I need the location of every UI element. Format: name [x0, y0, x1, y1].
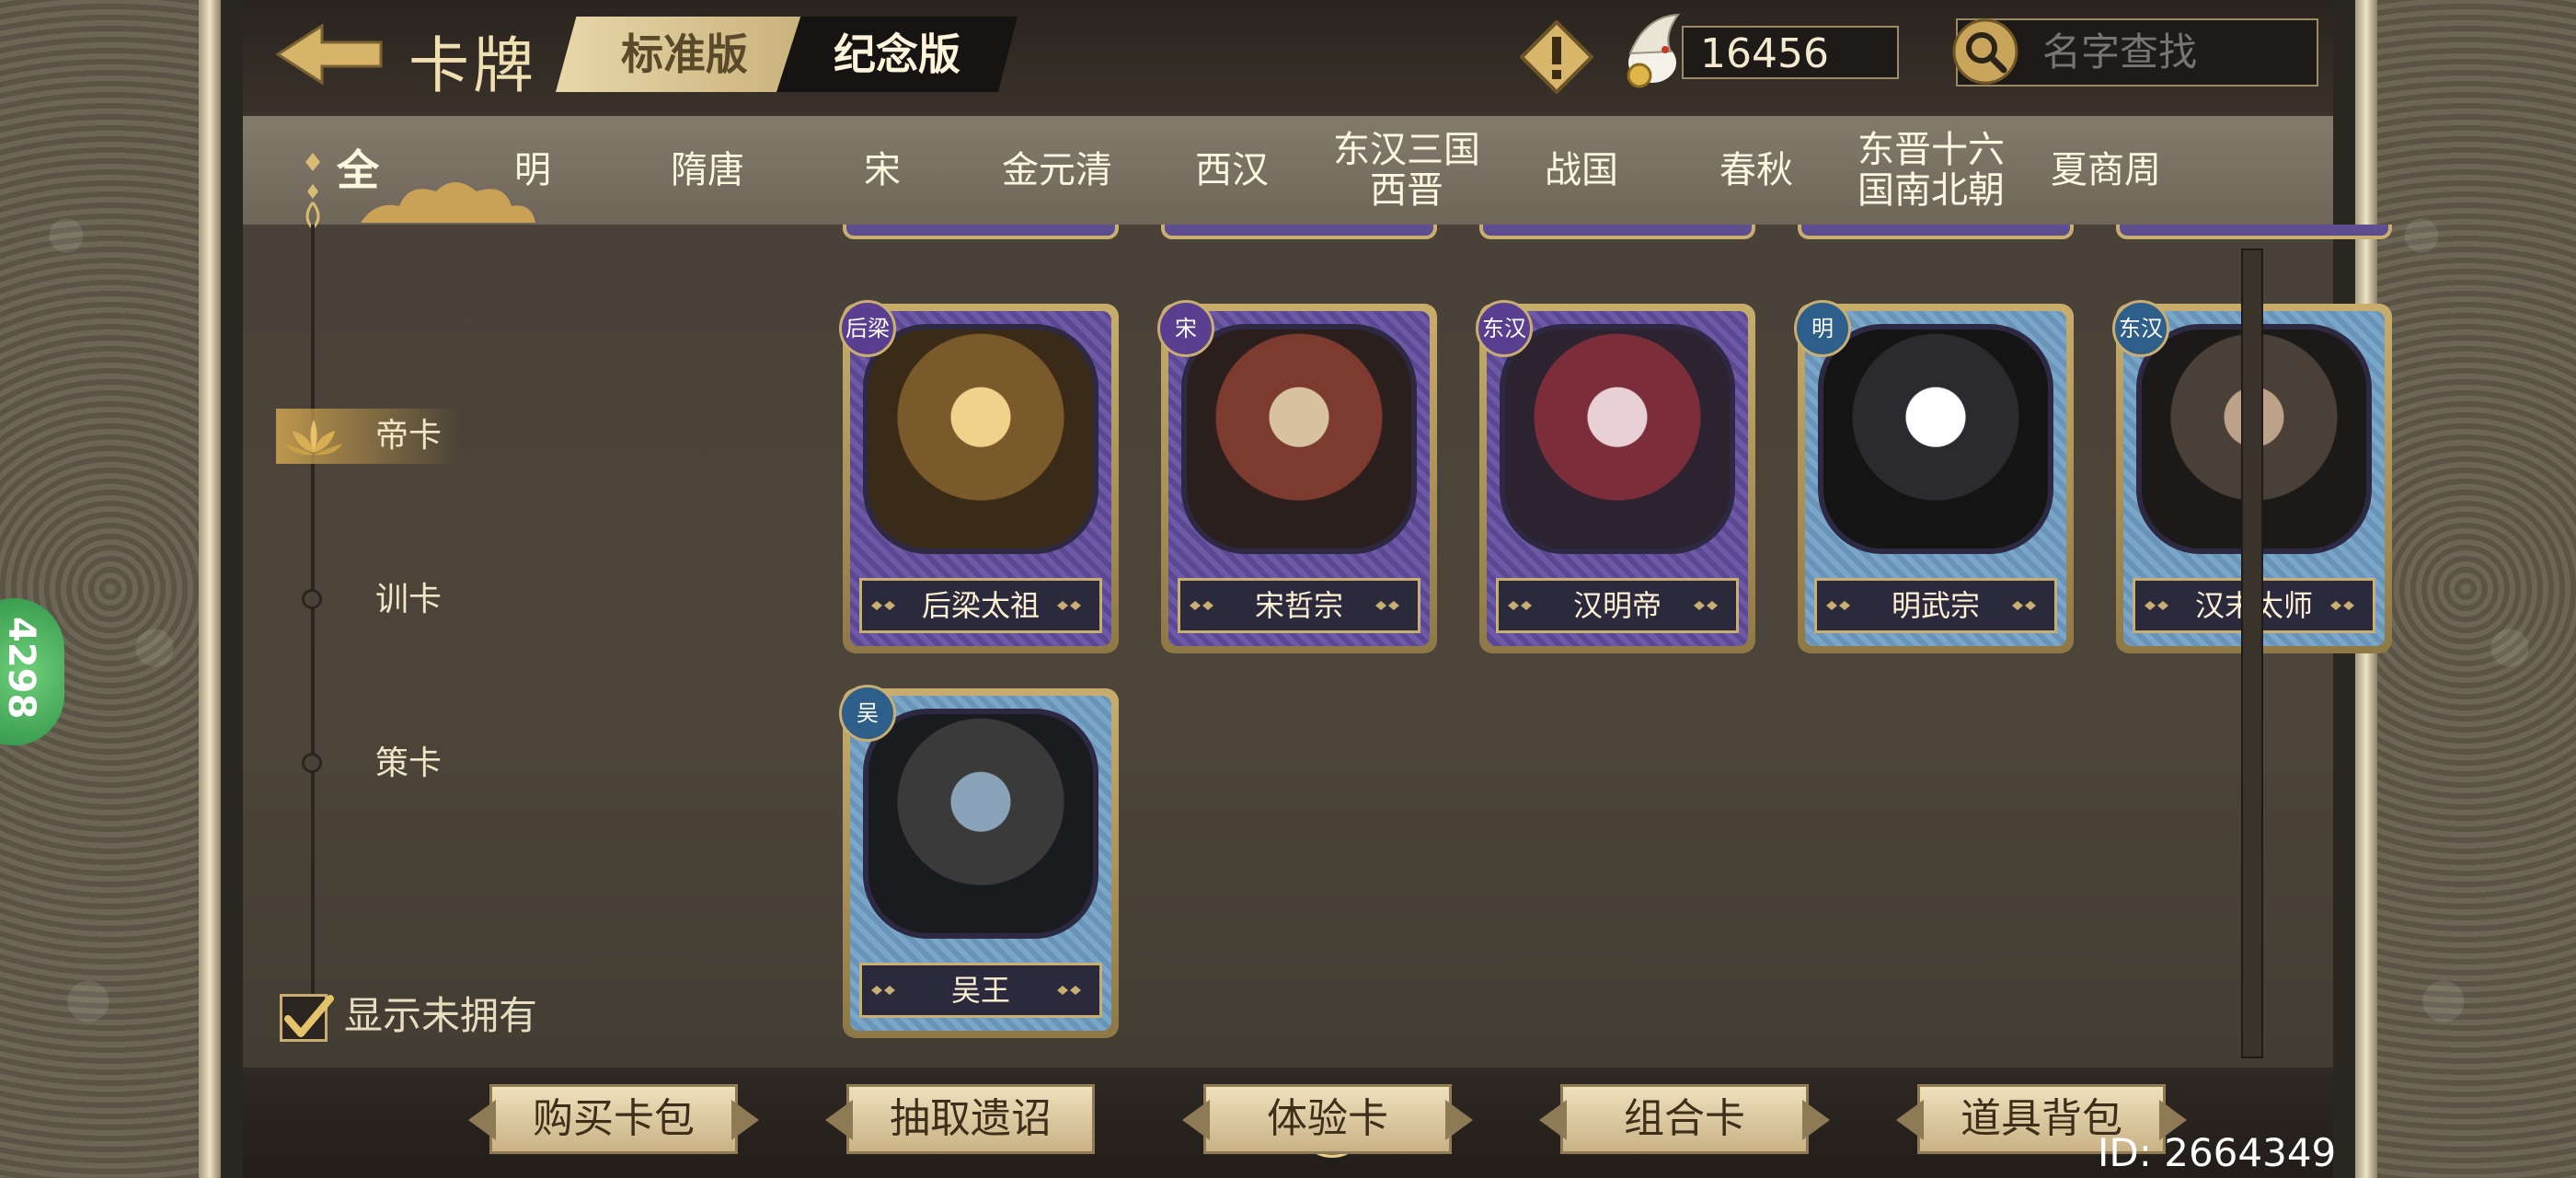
card-partial[interactable] — [843, 225, 1119, 239]
hero-portrait — [863, 709, 1098, 939]
plate-ornament-icon — [1190, 601, 1213, 610]
category-emperor-card[interactable]: 帝卡 — [276, 409, 460, 464]
dynasty-badge: 明 — [1794, 300, 1851, 357]
hero-portrait — [1818, 324, 2053, 554]
hero-card[interactable]: 吴吴王 — [839, 685, 1119, 1038]
tab-era[interactable]: 东晋十六 国南北朝 — [1844, 116, 2018, 225]
main-panel: 卡牌 标准版 纪念版 16456 名字查找 全 明 隋唐 宋 金元清 西汉 东汉… — [243, 0, 2392, 1178]
side-float-tab[interactable]: 4298 — [0, 598, 64, 745]
plate-ornament-icon — [1057, 986, 1081, 995]
trial-card-button[interactable]: 体验卡 — [1182, 1084, 1452, 1154]
buy-card-pack-button[interactable]: 购买卡包 — [468, 1084, 738, 1154]
lotus-icon — [285, 420, 342, 456]
tab-era[interactable]: 宋 — [795, 116, 970, 225]
dynasty-badge: 吴 — [839, 685, 896, 742]
card-partial[interactable] — [1161, 225, 1437, 239]
hero-card[interactable]: 宋宋哲宗 — [1157, 300, 1437, 653]
plate-ornament-icon — [1375, 601, 1399, 610]
category-label: 训卡 — [375, 581, 443, 618]
timeline-dot — [302, 753, 322, 773]
tab-era[interactable]: 西汉 — [1144, 116, 1319, 225]
checkmark-icon — [284, 995, 334, 1037]
plate-ornament-icon — [2330, 601, 2354, 610]
plate-ornament-icon — [871, 601, 895, 610]
button-label: 抽取遗诏 — [890, 1095, 1052, 1142]
category-label: 帝卡 — [375, 417, 443, 455]
left-frame — [199, 0, 221, 1178]
tab-memorial-version[interactable]: 纪念版 — [776, 17, 1018, 92]
hero-card[interactable]: 后梁后梁太祖 — [839, 300, 1119, 653]
player-id: ID: 2664349 — [2098, 1130, 2337, 1175]
show-unowned-checkbox[interactable] — [280, 994, 334, 1042]
card-partial[interactable] — [1798, 225, 2074, 239]
hero-name: 宋哲宗 — [1254, 588, 1343, 623]
hero-name: 吴王 — [950, 973, 1010, 1008]
search-input[interactable] — [2041, 20, 2311, 83]
button-label: 组合卡 — [1624, 1095, 1745, 1142]
button-label: 体验卡 — [1267, 1095, 1388, 1142]
hero-nameplate: 吴王 — [859, 963, 1102, 1018]
page-title: 卡牌 — [408, 30, 537, 101]
dynasty-badge: 东汉 — [1476, 300, 1533, 357]
tab-standard-version[interactable]: 标准版 — [556, 17, 813, 92]
draw-edict-button[interactable]: 抽取遗诏 — [825, 1084, 1095, 1154]
hero-nameplate: 后梁太祖 — [859, 578, 1102, 633]
dynasty-badge: 后梁 — [839, 300, 896, 357]
plate-ornament-icon — [871, 986, 895, 995]
card-scrollbar[interactable] — [2241, 248, 2263, 1058]
card-grid: 后梁后梁太祖宋宋哲宗东汉汉明帝明明武宗东汉汉末太师吴吴王 — [600, 225, 2403, 1053]
hero-name: 汉明帝 — [1572, 588, 1662, 623]
plate-ornament-icon — [2012, 601, 2036, 610]
hero-portrait — [863, 324, 1098, 554]
card-partial[interactable] — [2116, 225, 2392, 239]
plate-ornament-icon — [2145, 601, 2168, 610]
category-strategy-card[interactable]: 策卡 — [298, 736, 482, 791]
dynasty-badge: 东汉 — [2112, 300, 2169, 357]
category-training-card[interactable]: 训卡 — [298, 572, 482, 628]
search-box[interactable] — [1952, 18, 2318, 87]
plate-ornament-icon — [1826, 601, 1850, 610]
hero-nameplate: 宋哲宗 — [1178, 578, 1420, 633]
currency-amount: 16456 — [1682, 26, 1899, 79]
tab-era[interactable]: 金元清 — [970, 116, 1144, 225]
hero-portrait — [1181, 324, 1417, 554]
tab-era[interactable]: 明 — [445, 116, 620, 225]
hero-nameplate: 明武宗 — [1814, 578, 2057, 633]
button-label: 购买卡包 — [533, 1095, 695, 1142]
hero-nameplate: 汉明帝 — [1496, 578, 1739, 633]
combo-card-button[interactable]: 组合卡 — [1539, 1084, 1809, 1154]
hero-name: 后梁太祖 — [921, 588, 1040, 623]
tab-era[interactable]: 隋唐 — [620, 116, 795, 225]
plate-ornament-icon — [1057, 601, 1081, 610]
timeline-dot — [302, 589, 322, 609]
plate-ornament-icon — [1694, 601, 1718, 610]
card-partial[interactable] — [1479, 225, 1755, 239]
warning-icon[interactable] — [1520, 20, 1593, 94]
plate-ornament-icon — [1508, 601, 1532, 610]
back-arrow-icon[interactable] — [274, 20, 385, 88]
dynasty-badge: 宋 — [1157, 300, 1214, 357]
show-unowned-label: 显示未拥有 — [344, 993, 538, 1038]
hero-name: 明武宗 — [1891, 588, 1980, 623]
show-unowned-toggle[interactable]: 显示未拥有 — [280, 988, 537, 1044]
hero-card[interactable]: 明明武宗 — [1794, 300, 2074, 653]
top-bar: 卡牌 标准版 纪念版 16456 — [243, 0, 2333, 116]
tab-era[interactable]: 战国 — [1494, 116, 1669, 225]
category-label: 策卡 — [375, 745, 443, 782]
hero-card[interactable]: 东汉汉明帝 — [1476, 300, 1755, 653]
search-icon[interactable] — [1950, 17, 2020, 87]
tab-era[interactable]: 东汉三国 西晋 — [1319, 116, 1494, 225]
version-tabs: 标准版 纪念版 — [556, 17, 1018, 92]
crane-coin-icon — [1627, 13, 1681, 88]
tab-era[interactable]: 夏商周 — [2018, 116, 2193, 225]
era-tab-bar: 全明隋唐宋金元清 西汉 东汉三国 西晋 战国 春秋 东晋十六 国南北朝 夏商周 — [243, 116, 2333, 231]
hero-portrait — [1500, 324, 1735, 554]
side-float-tab-text: 4298 — [0, 617, 42, 720]
left-decor-panel: 4298 — [0, 0, 221, 1178]
tab-era[interactable]: 春秋 — [1669, 116, 1844, 225]
tab-era[interactable]: 全 — [270, 116, 445, 225]
